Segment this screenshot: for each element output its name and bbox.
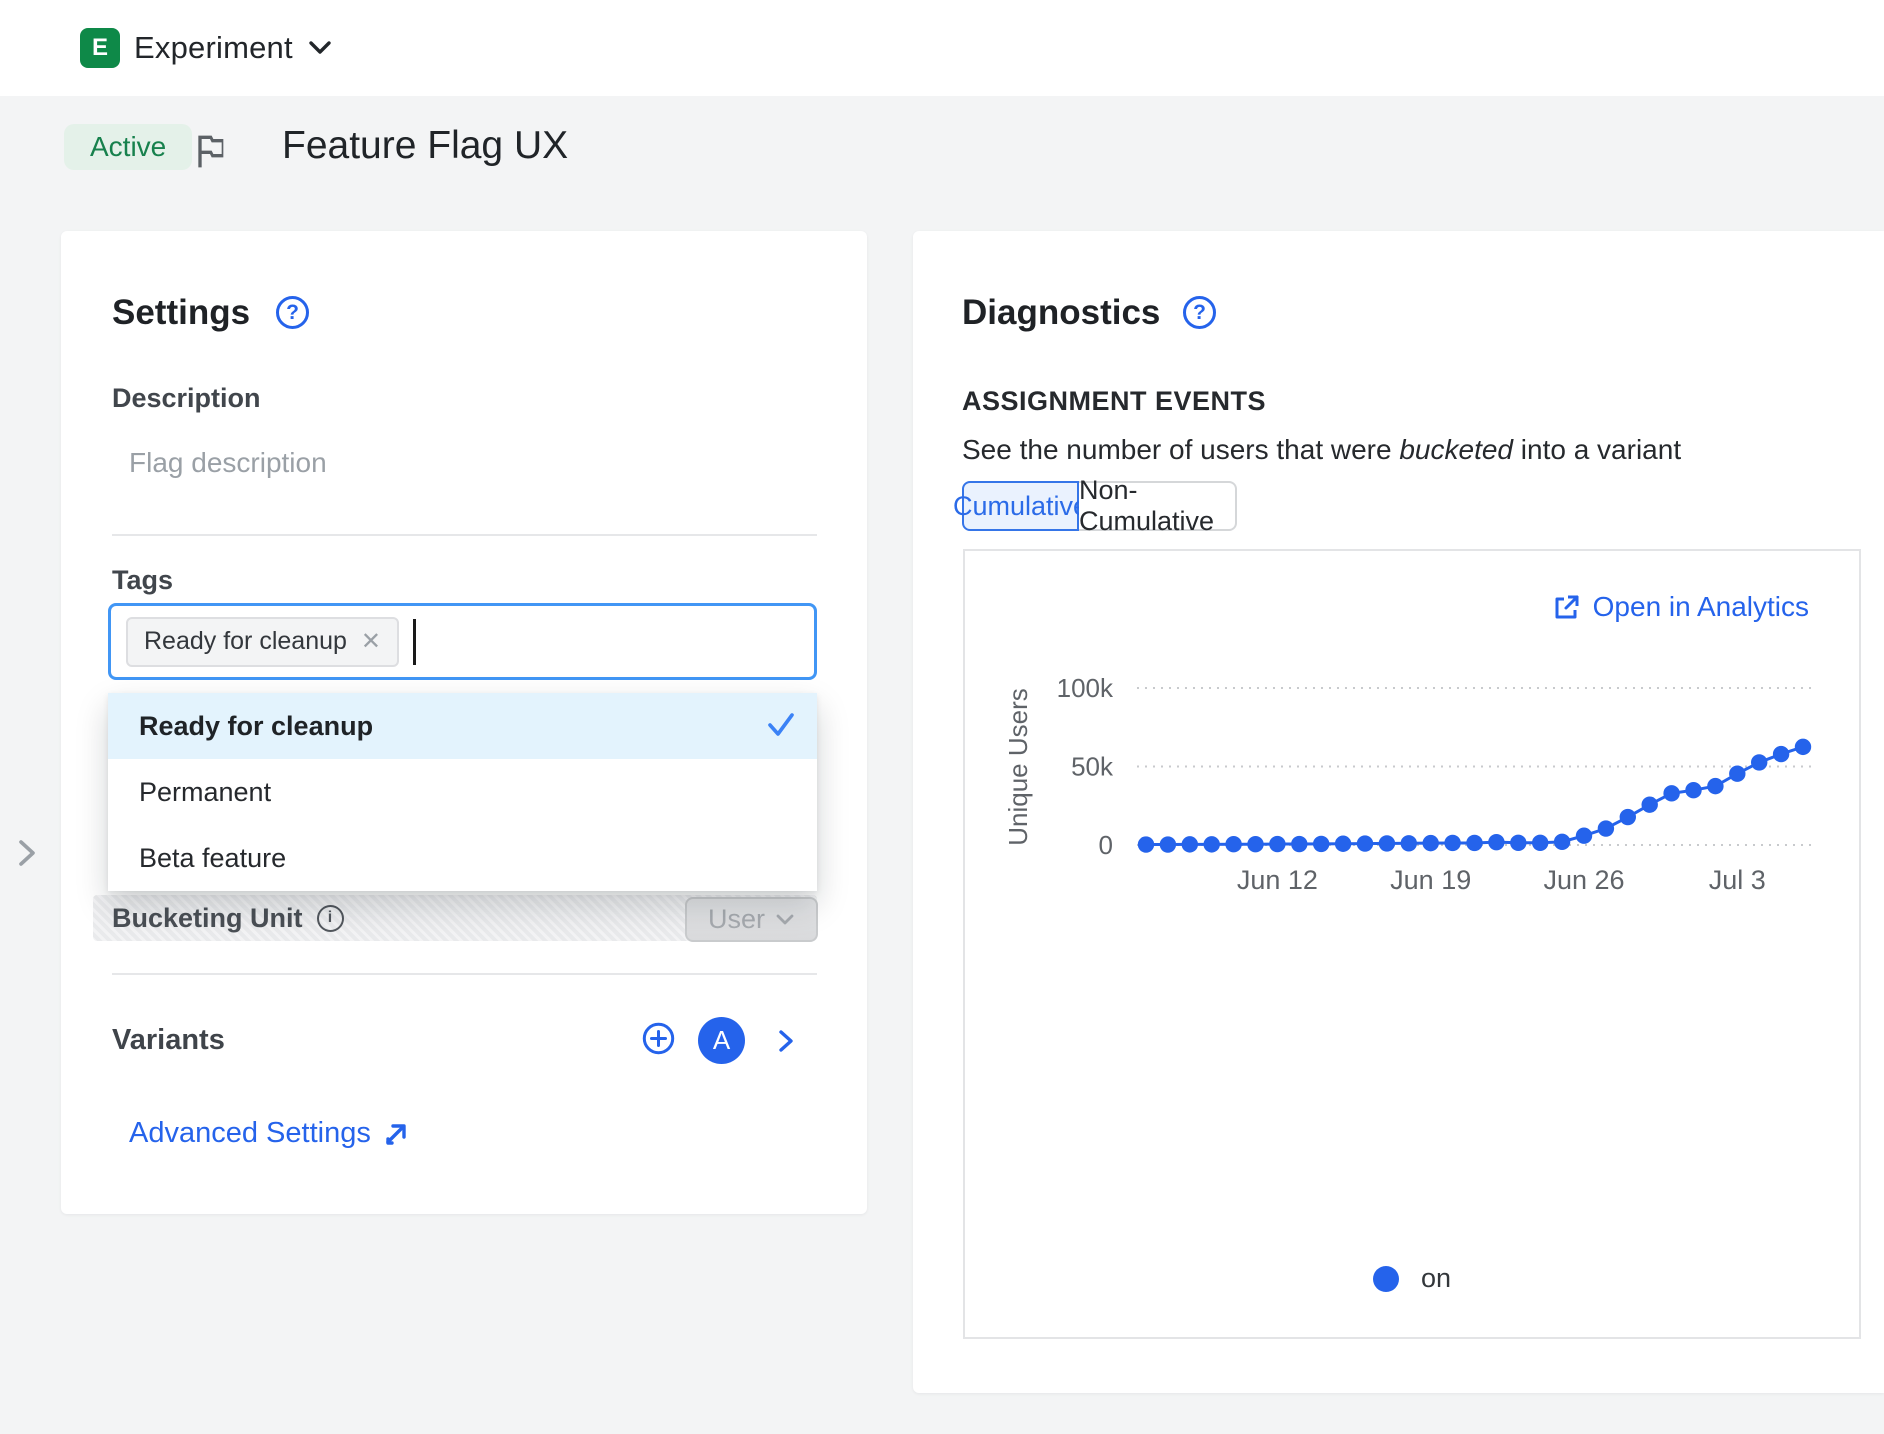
check-icon (765, 711, 797, 739)
bucketing-label: Bucketing Unit (112, 903, 303, 934)
info-icon[interactable]: i (317, 905, 344, 932)
variants-expand-chevron-icon[interactable] (776, 1028, 796, 1054)
dropdown-option[interactable]: Beta feature (108, 825, 817, 891)
svg-text:0: 0 (1099, 830, 1113, 860)
app-name: Experiment (134, 30, 293, 66)
dropdown-option-label: Permanent (139, 777, 271, 808)
tab-non-cumulative[interactable]: Non-Cumulative (1079, 481, 1237, 531)
svg-text:Unique Users: Unique Users (1003, 688, 1033, 846)
divider (112, 534, 817, 536)
add-variant-button[interactable] (642, 1022, 675, 1055)
assignment-events-title: ASSIGNMENT EVENTS (962, 386, 1266, 417)
variants-label: Variants (112, 1024, 225, 1057)
assignment-events-subtitle: See the number of users that were bucket… (962, 434, 1681, 466)
flag-icon (190, 128, 230, 170)
settings-heading: Settings (112, 293, 250, 333)
svg-text:Jun 19: Jun 19 (1390, 865, 1471, 895)
diagnostics-card: Diagnostics ? ASSIGNMENT EVENTS See the … (913, 231, 1884, 1393)
advanced-settings-label: Advanced Settings (129, 1117, 371, 1150)
assignment-chart: 100k 50k 0 Unique Users Jun 12 Jun 19 Jun 26 Ju… (965, 551, 1859, 1337)
description-input[interactable]: Flag description (129, 447, 327, 479)
diagnostics-heading: Diagnostics (962, 293, 1160, 333)
legend-item-on[interactable]: on (965, 1263, 1859, 1294)
dropdown-option-label: Ready for cleanup (139, 711, 373, 742)
assignment-chart-panel: Open in Analytics 100k50k0Unique UsersJu… (963, 549, 1861, 1339)
svg-text:Jun 26: Jun 26 (1543, 865, 1624, 895)
description-label: Description (112, 383, 261, 414)
dropdown-option-label: Beta feature (139, 843, 286, 874)
dropdown-option[interactable]: Permanent (108, 759, 817, 825)
svg-text:Jun 12: Jun 12 (1237, 865, 1318, 895)
page-title: Feature Flag UX (282, 124, 568, 168)
status-badge: Active (64, 124, 192, 170)
page: E Experiment Active Feature Flag UX Sett… (0, 0, 1884, 1434)
remove-tag-icon[interactable]: ✕ (361, 630, 381, 654)
dropdown-option[interactable]: Ready for cleanup (108, 693, 817, 759)
tab-cumulative[interactable]: Cumulative (962, 481, 1079, 531)
settings-card: Settings ? Description Flag description … (61, 231, 867, 1214)
svg-text:Jul 3: Jul 3 (1709, 865, 1766, 895)
app-switcher[interactable]: E Experiment (80, 28, 333, 68)
top-bar: E Experiment (0, 0, 1884, 96)
bucketing-unit-value: User (708, 904, 765, 935)
svg-text:100k: 100k (1057, 673, 1114, 703)
cumulative-toggle: Cumulative Non-Cumulative (962, 481, 1237, 531)
diagonal-arrow-icon (381, 1119, 411, 1149)
diagnostics-help-icon[interactable]: ? (1183, 296, 1216, 329)
tags-label: Tags (112, 565, 173, 596)
divider (112, 973, 817, 975)
tags-input[interactable]: Ready for cleanup ✕ (108, 603, 817, 680)
bucketing-unit-select[interactable]: User (685, 897, 818, 942)
variant-a-badge[interactable]: A (698, 1017, 745, 1064)
sidebar-expand-chevron-icon[interactable] (12, 836, 42, 870)
app-logo-badge: E (80, 28, 120, 68)
text-caret (413, 619, 416, 665)
chevron-down-icon (307, 39, 333, 57)
tag-chip-label: Ready for cleanup (144, 627, 347, 656)
legend-dot-icon (1373, 1266, 1399, 1292)
svg-text:50k: 50k (1071, 752, 1114, 782)
tag-chip[interactable]: Ready for cleanup ✕ (126, 617, 399, 667)
chevron-down-icon (775, 913, 795, 927)
tags-dropdown: Ready for cleanup Permanent Beta feature (108, 693, 817, 891)
advanced-settings-link[interactable]: Advanced Settings (129, 1117, 411, 1150)
legend-label: on (1421, 1263, 1451, 1294)
settings-help-icon[interactable]: ? (276, 296, 309, 329)
